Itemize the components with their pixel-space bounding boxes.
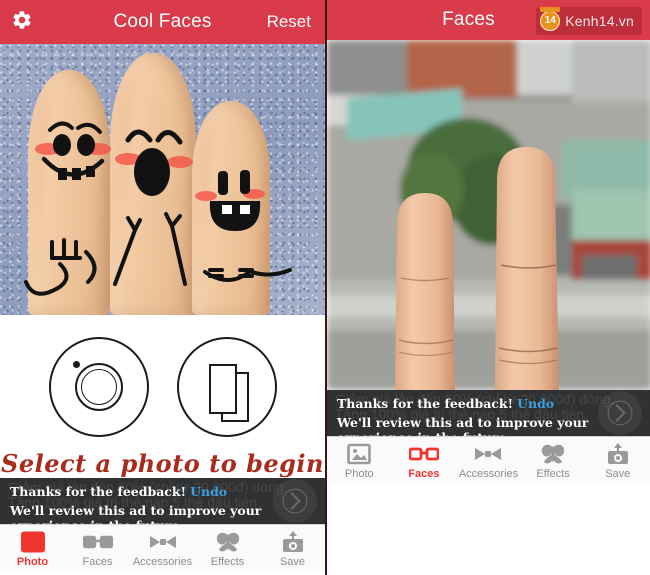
photo-icon xyxy=(20,530,45,554)
tab-label-effects: Effects xyxy=(210,556,245,568)
tab-photo[interactable]: Photo xyxy=(0,525,65,573)
camera-dot-icon xyxy=(72,361,80,368)
left-app-header: Cool Faces Reset xyxy=(0,0,325,44)
gallery-button[interactable] xyxy=(176,337,277,437)
butterfly-icon xyxy=(540,442,566,466)
tab-photo-right[interactable]: Photo xyxy=(327,437,392,485)
right-tab-bar: Photo Faces Accessories Effects Save xyxy=(327,436,650,485)
photo-icon xyxy=(347,442,372,466)
tab-label-accessories: Accessories xyxy=(132,556,193,568)
left-photo-canvas[interactable] xyxy=(0,44,325,315)
ad-feedback-thanks: Thanks for the feedback! xyxy=(10,484,187,499)
watermark-text: Kenh14.vn xyxy=(565,13,634,29)
kenh14-logo-icon: 14 xyxy=(540,7,561,31)
gear-icon xyxy=(11,9,33,36)
ad-feedback-thanks-right: Thanks for the feedback! xyxy=(337,396,514,411)
tab-label-faces: Faces xyxy=(82,556,113,568)
right-photo-canvas[interactable] xyxy=(327,40,650,390)
ad-undo-link-right[interactable]: Undo xyxy=(517,396,554,411)
ad-banner-right[interactable]: Giảm giá lên đến 60% (chỉ từ 20.000đ) dò… xyxy=(327,390,650,436)
tab-label-save: Save xyxy=(279,556,306,568)
ad-feedback-review: We'll review this ad to improve your exp… xyxy=(10,503,262,524)
camera-button[interactable] xyxy=(48,337,149,437)
ad-feedback-overlay-right: Thanks for the feedback! Undo We'll revie… xyxy=(327,390,650,436)
ad-feedback-review-right: We'll review this ad to improve your exp… xyxy=(337,415,589,436)
tab-label-save-right: Save xyxy=(605,468,631,480)
glasses-icon xyxy=(408,442,439,466)
bowtie-icon xyxy=(148,530,178,554)
watermark-badge: 14 Kenh14.vn xyxy=(536,7,642,35)
settings-button[interactable] xyxy=(0,0,44,44)
bowtie-icon xyxy=(473,442,503,466)
butterfly-icon xyxy=(215,530,241,554)
dual-screenshot-comparison: Cool Faces Reset Select a photo to begin… xyxy=(0,0,650,575)
fingers-overlay xyxy=(395,147,559,390)
tab-save[interactable]: Save xyxy=(260,525,325,573)
glasses-icon xyxy=(82,530,113,554)
drawn-faces-overlay xyxy=(24,121,292,296)
tab-label-photo-right: Photo xyxy=(344,468,374,480)
tab-accessories-right[interactable]: Accessories xyxy=(456,437,521,485)
left-app-screen: Cool Faces Reset Select a photo to begin… xyxy=(0,0,325,575)
ad-banner[interactable]: Giảm giá lên đến 60% (chỉ từ 20.000đ) dò… xyxy=(0,478,325,524)
tab-faces-right[interactable]: Faces xyxy=(392,437,457,485)
left-tab-bar: Photo Faces Accessories Effects Save xyxy=(0,524,325,573)
picker-buttons xyxy=(48,337,277,437)
photo-picker-area: Select a photo to begin xyxy=(0,315,325,478)
picker-tagline: Select a photo to begin xyxy=(1,449,324,478)
save-camera-icon xyxy=(606,442,630,466)
tab-accessories[interactable]: Accessories xyxy=(130,525,195,573)
tab-label-accessories-right: Accessories xyxy=(458,468,519,480)
tab-save-right[interactable]: Save xyxy=(585,437,650,485)
tab-label-photo: Photo xyxy=(16,556,49,568)
camera-icon xyxy=(74,363,123,411)
ad-feedback-overlay: Thanks for the feedback! Undo We'll revie… xyxy=(0,478,325,524)
right-app-screen: Faces 14 Kenh14.vn Giảm giá lên đến 60% … xyxy=(325,0,650,575)
reset-button[interactable]: Reset xyxy=(267,12,311,32)
right-app-header: Faces 14 Kenh14.vn xyxy=(327,0,650,40)
tab-effects-right[interactable]: Effects xyxy=(521,437,586,485)
tab-label-faces-right: Faces xyxy=(408,468,440,480)
tab-effects[interactable]: Effects xyxy=(195,525,260,573)
tab-faces[interactable]: Faces xyxy=(65,525,130,573)
save-camera-icon xyxy=(281,530,305,554)
ad-undo-link[interactable]: Undo xyxy=(190,484,227,499)
tab-label-effects-right: Effects xyxy=(536,468,570,480)
